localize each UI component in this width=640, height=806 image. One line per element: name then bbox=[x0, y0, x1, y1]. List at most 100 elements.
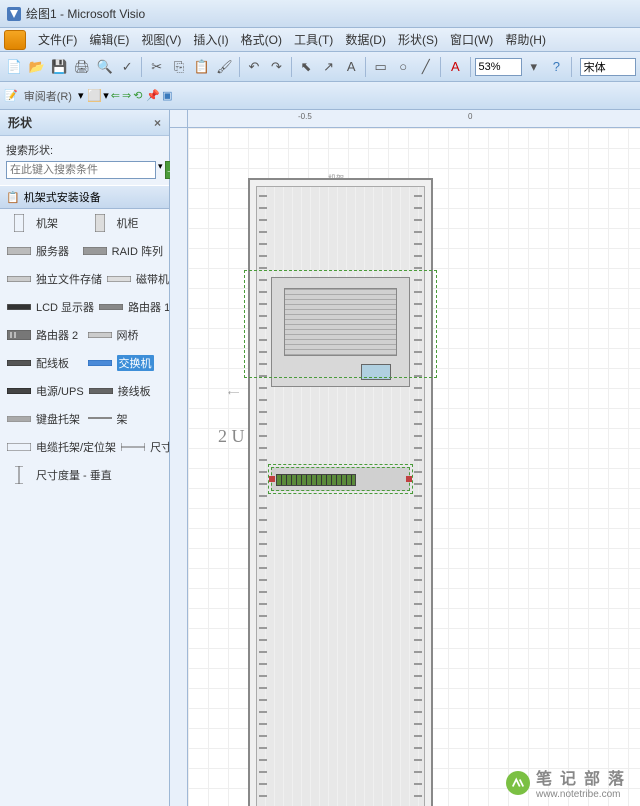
resize-handle-left[interactable] bbox=[269, 476, 275, 482]
ellipse-button[interactable]: ○ bbox=[393, 56, 414, 78]
server-shape[interactable] bbox=[271, 277, 410, 387]
shape-dim-v[interactable]: 尺寸度量 - 垂直 bbox=[6, 467, 163, 483]
menu-edit[interactable]: 编辑(E) bbox=[83, 29, 135, 50]
menu-file[interactable]: 文件(F) bbox=[32, 29, 83, 50]
line-button[interactable]: ╱ bbox=[416, 56, 437, 78]
redo-button[interactable]: ↷ bbox=[266, 56, 287, 78]
pointer-tool-button[interactable]: ⬉ bbox=[296, 56, 317, 78]
separator bbox=[239, 57, 240, 77]
shape-rack[interactable]: 机架 bbox=[6, 215, 83, 231]
undo-button[interactable]: ↶ bbox=[244, 56, 265, 78]
open-button[interactable]: 📂 bbox=[27, 56, 48, 78]
shapes-panel: 形状 × 搜索形状: ▾ → 📋 机架式安装设备 机架 机柜 服务器 RAID … bbox=[0, 110, 170, 806]
format-painter-button[interactable]: 🖌 bbox=[214, 56, 235, 78]
app-icon bbox=[6, 6, 22, 22]
shape-cabinet[interactable]: 机柜 bbox=[87, 215, 164, 231]
spell-button[interactable]: ✓ bbox=[117, 56, 138, 78]
standard-toolbar: 📄 📂 💾 🖨 🔍 ✓ ✂ ⎘ 📋 🖌 ↶ ↷ ⬉ ↗ A ▭ ○ ╱ A 53… bbox=[0, 52, 640, 82]
switch-shape[interactable] bbox=[271, 467, 410, 491]
shelf-icon bbox=[87, 411, 113, 427]
watermark-cn: 笔记部落 bbox=[536, 765, 632, 789]
menu-help[interactable]: 帮助(H) bbox=[499, 29, 552, 50]
separator bbox=[141, 57, 142, 77]
shape-patchpanel[interactable]: 配线板 bbox=[6, 355, 83, 371]
office-button[interactable] bbox=[4, 30, 26, 50]
shape-bridge[interactable]: 网桥 bbox=[87, 327, 164, 343]
shape-ups[interactable]: 电源/UPS bbox=[6, 383, 84, 399]
cut-button[interactable]: ✂ bbox=[146, 56, 167, 78]
menu-format[interactable]: 格式(O) bbox=[235, 29, 288, 50]
prev-button[interactable]: ⇐ bbox=[111, 89, 120, 102]
connector-tool-button[interactable]: ↗ bbox=[318, 56, 339, 78]
menu-tools[interactable]: 工具(T) bbox=[288, 29, 339, 50]
ups-icon bbox=[6, 383, 32, 399]
menubar: 文件(F) 编辑(E) 视图(V) 插入(I) 格式(O) 工具(T) 数据(D… bbox=[0, 28, 640, 52]
shape-keyboardtray[interactable]: 键盘托架 bbox=[6, 411, 83, 427]
separator bbox=[440, 57, 441, 77]
next-button[interactable]: ⇒ bbox=[122, 89, 131, 102]
save-button[interactable]: 💾 bbox=[49, 56, 70, 78]
shapes-panel-close-button[interactable]: × bbox=[154, 116, 161, 130]
vertical-ruler[interactable] bbox=[170, 128, 188, 806]
resize-handle-right[interactable] bbox=[406, 476, 412, 482]
review-button[interactable]: 📝 bbox=[4, 89, 18, 102]
shapes-category-bar[interactable]: 📋 机架式安装设备 bbox=[0, 185, 169, 209]
accept-button[interactable]: ⟲ bbox=[133, 89, 142, 102]
shapes-grid: 机架 机柜 服务器 RAID 阵列 独立文件存储 磁带机 LCD 显示器 路由器… bbox=[0, 209, 169, 806]
patchpanel-icon bbox=[6, 355, 32, 371]
new-doc-button[interactable]: 📄 bbox=[4, 56, 25, 78]
canvas-area: -0.5 0 机架 bbox=[170, 110, 640, 806]
separator bbox=[365, 57, 366, 77]
rack-shape[interactable] bbox=[248, 178, 433, 806]
drawing-canvas[interactable]: 机架 2 U ⟵ bbox=[188, 128, 640, 806]
help-button[interactable]: ? bbox=[546, 56, 567, 78]
dim-v-icon bbox=[6, 467, 32, 483]
shape-router1[interactable]: 路由器 1 bbox=[98, 299, 169, 315]
comment-dropdown-button[interactable]: ▾ bbox=[103, 89, 109, 102]
shape-cabletray[interactable]: 电缆托架/定位架 bbox=[6, 439, 116, 455]
shape-server[interactable]: 服务器 bbox=[6, 243, 78, 259]
review-toolbar: 📝 审阅者(R) ▾ ⬜ ▾ ⇐ ⇒ ⟲ 📌 ▣ bbox=[0, 82, 640, 110]
pane-button[interactable]: ▣ bbox=[162, 89, 172, 102]
font-color-button[interactable]: A bbox=[445, 56, 466, 78]
ruler-tick: 0 bbox=[468, 112, 472, 121]
menu-shape[interactable]: 形状(S) bbox=[392, 29, 444, 50]
shape-lcd[interactable]: LCD 显示器 bbox=[6, 299, 94, 315]
shape-router2[interactable]: 路由器 2 bbox=[6, 327, 83, 343]
search-dropdown-button[interactable]: ▾ bbox=[158, 161, 163, 179]
menu-window[interactable]: 窗口(W) bbox=[444, 29, 499, 50]
stencil-icon: 📋 bbox=[6, 191, 20, 204]
copy-button[interactable]: ⎘ bbox=[169, 56, 190, 78]
watermark-logo bbox=[506, 771, 530, 795]
zoom-combo[interactable]: 53% bbox=[475, 58, 522, 76]
menu-insert[interactable]: 插入(I) bbox=[187, 29, 234, 50]
tape-icon bbox=[106, 271, 132, 287]
print-button[interactable]: 🖨 bbox=[72, 56, 93, 78]
ruler-corner bbox=[170, 110, 188, 128]
shapes-search-label: 搜索形状: bbox=[6, 142, 163, 158]
reviewer-dropdown-button[interactable]: ▾ bbox=[78, 89, 84, 102]
print-preview-button[interactable]: 🔍 bbox=[94, 56, 115, 78]
text-tool-button[interactable]: A bbox=[341, 56, 362, 78]
paste-button[interactable]: 📋 bbox=[192, 56, 213, 78]
server-display-panel bbox=[361, 364, 391, 380]
rect-button[interactable]: ▭ bbox=[370, 56, 391, 78]
shape-tape[interactable]: 磁带机 bbox=[106, 271, 169, 287]
horizontal-ruler[interactable]: -0.5 0 bbox=[188, 110, 640, 128]
shape-switch[interactable]: 交换机 bbox=[87, 355, 164, 371]
watermark: 笔记部落 www.notetribe.com bbox=[506, 765, 632, 800]
shape-raid[interactable]: RAID 阵列 bbox=[82, 243, 163, 259]
shape-storage[interactable]: 独立文件存储 bbox=[6, 271, 102, 287]
comment-button[interactable]: ⬜ bbox=[88, 89, 102, 102]
rack-interior bbox=[256, 186, 425, 806]
menu-data[interactable]: 数据(D) bbox=[339, 29, 392, 50]
shape-shelf[interactable]: 架 bbox=[87, 411, 164, 427]
track-button[interactable]: 📌 bbox=[146, 89, 160, 102]
shapes-search-input[interactable] bbox=[6, 161, 156, 179]
shape-dim-h[interactable]: 尺寸度量 - 水平 bbox=[120, 439, 169, 455]
menu-view[interactable]: 视图(V) bbox=[135, 29, 187, 50]
zoom-dropdown-button[interactable]: ▾ bbox=[524, 56, 545, 78]
font-combo[interactable]: 宋体 bbox=[580, 58, 636, 76]
shape-wiringboard[interactable]: 接线板 bbox=[88, 383, 163, 399]
shapes-panel-title-text: 形状 bbox=[8, 114, 32, 131]
